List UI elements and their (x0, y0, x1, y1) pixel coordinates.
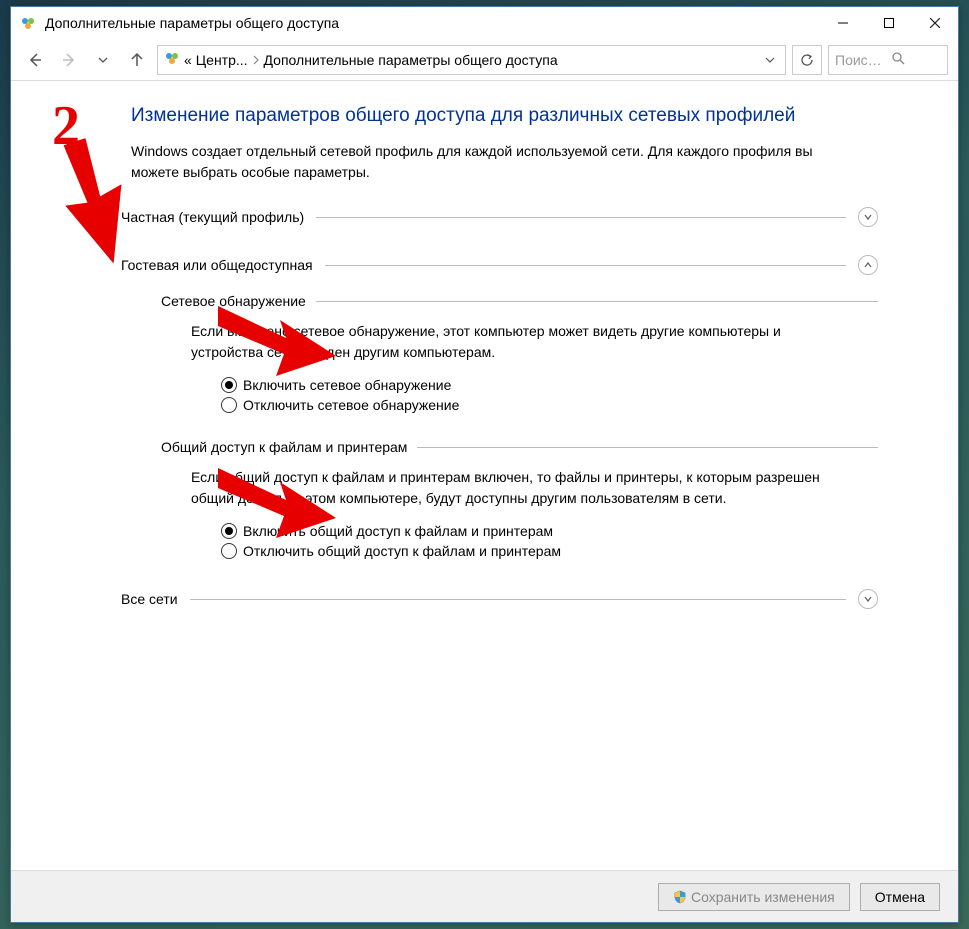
window-title: Дополнительные параметры общего доступа (45, 15, 820, 31)
cancel-button[interactable]: Отмена (860, 883, 940, 911)
section-all-networks: Все сети (131, 589, 878, 609)
forward-button[interactable] (55, 46, 83, 74)
search-icon (891, 51, 941, 68)
up-button[interactable] (123, 46, 151, 74)
file-sharing-desc: Если общий доступ к файлам и принтерам в… (191, 467, 831, 509)
breadcrumb-level2[interactable]: Дополнительные параметры общего доступа (264, 52, 558, 68)
file-sharing-title-row: Общий доступ к файлам и принтерам (161, 439, 878, 455)
network-discovery-desc: Если включено сетевое обнаружение, этот … (191, 321, 831, 363)
section-all-header[interactable]: Все сети (121, 589, 878, 609)
save-button-label: Сохранить изменения (691, 889, 835, 905)
radio-icon (221, 397, 237, 413)
section-guest-header[interactable]: Гостевая или общедоступная (121, 255, 878, 275)
section-private-header[interactable]: Частная (текущий профиль) (121, 207, 878, 227)
address-dropdown-icon[interactable] (761, 46, 779, 74)
maximize-button[interactable] (866, 7, 912, 39)
breadcrumb-sep-icon (252, 52, 260, 68)
network-discovery-title-row: Сетевое обнаружение (161, 293, 878, 309)
titlebar: Дополнительные параметры общего доступа (11, 7, 958, 39)
subsection-file-sharing: Общий доступ к файлам и принтерам Если о… (161, 439, 878, 559)
radio-discovery-off-label: Отключить сетевое обнаружение (243, 397, 459, 413)
navbar: « Центр... Дополнительные параметры обще… (11, 39, 958, 81)
page-subtext: Windows создает отдельный сетевой профил… (131, 141, 851, 183)
subsection-network-discovery: Сетевое обнаружение Если включено сетево… (161, 293, 878, 413)
radio-sharing-off-label: Отключить общий доступ к файлам и принте… (243, 543, 561, 559)
breadcrumb-prefix: « (184, 52, 192, 68)
chevron-down-icon (858, 589, 878, 609)
section-guest-title: Гостевая или общедоступная (121, 257, 313, 273)
radio-icon (221, 543, 237, 559)
radio-sharing-on[interactable]: Включить общий доступ к файлам и принтер… (221, 523, 878, 539)
breadcrumb-level1[interactable]: Центр... (196, 52, 248, 68)
page-title: Изменение параметров общего доступа для … (131, 105, 878, 127)
chevron-down-icon (858, 207, 878, 227)
file-sharing-radios: Включить общий доступ к файлам и принтер… (221, 523, 878, 559)
save-button[interactable]: Сохранить изменения (658, 883, 850, 911)
app-icon (19, 14, 37, 32)
window-controls (820, 7, 958, 39)
section-all-title: Все сети (121, 591, 178, 607)
section-guest: Гостевая или общедоступная Сетевое обнар… (131, 255, 878, 559)
section-private: Частная (текущий профиль) (131, 207, 878, 227)
radio-discovery-on[interactable]: Включить сетевое обнаружение (221, 377, 878, 393)
search-placeholder: Поиск ... (835, 52, 885, 68)
radio-icon (221, 523, 237, 539)
footer: Сохранить изменения Отмена (11, 870, 958, 922)
address-icon (164, 50, 180, 69)
radio-sharing-on-label: Включить общий доступ к файлам и принтер… (243, 523, 553, 539)
shield-icon (673, 890, 687, 904)
radio-discovery-on-label: Включить сетевое обнаружение (243, 377, 451, 393)
section-private-title: Частная (текущий профиль) (121, 209, 304, 225)
network-discovery-radios: Включить сетевое обнаружение Отключить с… (221, 377, 878, 413)
file-sharing-title: Общий доступ к файлам и принтерам (161, 439, 407, 455)
close-button[interactable] (912, 7, 958, 39)
refresh-button[interactable] (792, 45, 822, 75)
window: Дополнительные параметры общего доступа (10, 6, 959, 923)
address-bar[interactable]: « Центр... Дополнительные параметры обще… (157, 45, 786, 75)
content-area: Изменение параметров общего доступа для … (11, 81, 958, 870)
cancel-button-label: Отмена (875, 889, 925, 905)
back-button[interactable] (21, 46, 49, 74)
chevron-up-icon (858, 255, 878, 275)
radio-sharing-off[interactable]: Отключить общий доступ к файлам и принте… (221, 543, 878, 559)
network-discovery-title: Сетевое обнаружение (161, 293, 306, 309)
radio-discovery-off[interactable]: Отключить сетевое обнаружение (221, 397, 878, 413)
minimize-button[interactable] (820, 7, 866, 39)
radio-icon (221, 377, 237, 393)
search-input[interactable]: Поиск ... (828, 45, 948, 75)
recent-dropdown-icon[interactable] (89, 46, 117, 74)
